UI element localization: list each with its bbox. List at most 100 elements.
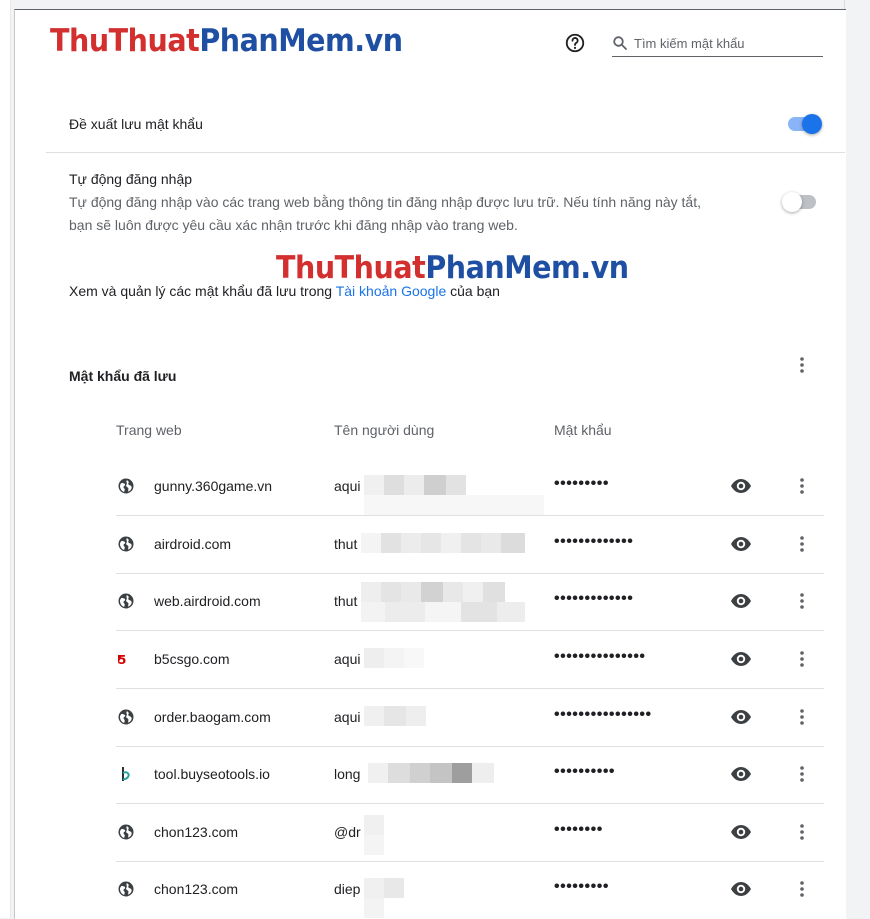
redaction-block bbox=[463, 582, 483, 602]
redaction-block bbox=[497, 602, 525, 622]
show-password-eye-icon[interactable] bbox=[730, 823, 752, 841]
redaction-block bbox=[446, 475, 466, 495]
redaction-block bbox=[381, 533, 401, 553]
toggle-knob bbox=[782, 192, 802, 212]
username: @dr bbox=[334, 824, 361, 840]
redaction-block bbox=[364, 648, 384, 668]
redaction-block bbox=[364, 835, 384, 855]
row-more-options-icon[interactable] bbox=[792, 879, 812, 899]
search-input[interactable] bbox=[634, 33, 819, 53]
redaction-block bbox=[472, 763, 494, 783]
table-row: web.airdroid.com thut ••••••••••••• bbox=[116, 574, 824, 631]
masked-password: ••••••••• bbox=[554, 878, 609, 895]
redaction-block bbox=[361, 582, 381, 602]
redaction-block bbox=[483, 582, 505, 602]
column-header-password: Mật khẩu bbox=[554, 422, 612, 438]
username: aqui bbox=[334, 478, 361, 494]
buyseotools-favicon bbox=[118, 766, 134, 782]
redaction-block bbox=[364, 706, 384, 726]
auto-signin-toggle[interactable] bbox=[782, 192, 818, 212]
show-password-eye-icon[interactable] bbox=[730, 535, 752, 553]
globe-icon bbox=[118, 881, 134, 897]
table-row: tool.buyseotools.io long •••••••••• bbox=[116, 747, 824, 804]
masked-password: ••••••••••••• bbox=[554, 590, 634, 607]
saved-passwords-title: Mật khẩu đã lưu bbox=[69, 368, 177, 384]
globe-icon bbox=[118, 536, 134, 552]
right-scroll-gutter bbox=[844, 0, 870, 918]
username: thut bbox=[334, 593, 358, 609]
globe-icon bbox=[118, 824, 134, 840]
row-divider bbox=[116, 630, 824, 631]
site-name: chon123.com bbox=[154, 881, 239, 897]
left-window-edge bbox=[0, 0, 14, 918]
redaction-block bbox=[364, 898, 384, 918]
site-name: gunny.360game.vn bbox=[154, 478, 273, 494]
site-name: b5csgo.com bbox=[154, 651, 230, 667]
username: aqui bbox=[334, 651, 361, 667]
site-name: web.airdroid.com bbox=[154, 593, 261, 609]
redaction-block bbox=[404, 475, 424, 495]
masked-password: ••••••••••••••• bbox=[554, 648, 646, 665]
redaction-block bbox=[368, 763, 388, 783]
show-password-eye-icon[interactable] bbox=[730, 592, 752, 610]
username: long bbox=[334, 766, 361, 782]
redaction-block bbox=[385, 602, 425, 622]
redaction-block bbox=[430, 763, 452, 783]
redaction-block bbox=[410, 763, 430, 783]
column-header-website: Trang web bbox=[116, 422, 182, 438]
redaction-block bbox=[401, 582, 421, 602]
row-more-options-icon[interactable] bbox=[792, 591, 812, 611]
site-name: tool.buyseotools.io bbox=[154, 766, 270, 782]
globe-icon bbox=[118, 709, 134, 725]
redaction-block bbox=[501, 533, 525, 553]
redaction-block bbox=[461, 533, 481, 553]
show-password-eye-icon[interactable] bbox=[730, 708, 752, 726]
redaction-block bbox=[406, 706, 426, 726]
table-row: chon123.com @dr •••••••• bbox=[116, 805, 824, 862]
masked-password: •••••••••• bbox=[554, 763, 616, 780]
more-options-icon[interactable] bbox=[792, 355, 812, 375]
redaction-block bbox=[401, 533, 421, 553]
masked-password: ••••••••• bbox=[554, 475, 609, 492]
site-name: chon123.com bbox=[154, 824, 239, 840]
redaction-block bbox=[361, 602, 385, 622]
row-more-options-icon[interactable] bbox=[792, 707, 812, 727]
row-more-options-icon[interactable] bbox=[792, 476, 812, 496]
redaction-block bbox=[404, 648, 424, 668]
row-divider bbox=[116, 688, 824, 689]
row-more-options-icon[interactable] bbox=[792, 822, 812, 842]
username: thut bbox=[334, 536, 358, 552]
redaction-block bbox=[364, 878, 384, 898]
offer-to-save-toggle[interactable] bbox=[786, 114, 822, 134]
show-password-eye-icon[interactable] bbox=[730, 650, 752, 668]
row-more-options-icon[interactable] bbox=[792, 649, 812, 669]
redaction-block bbox=[461, 602, 497, 622]
site-name: order.baogam.com bbox=[154, 709, 271, 725]
offer-to-save-label: Đề xuất lưu mật khẩu bbox=[69, 116, 203, 132]
row-more-options-icon[interactable] bbox=[792, 534, 812, 554]
google-account-link[interactable]: Tài khoản Google bbox=[336, 283, 447, 299]
auto-signin-description-line1: Tự động đăng nhập vào các trang web bằng… bbox=[69, 194, 701, 210]
redaction-block bbox=[452, 763, 472, 783]
section-divider bbox=[46, 152, 845, 153]
table-row: 5 b5csgo.com aqui ••••••••••••••• bbox=[116, 632, 824, 689]
manage-suffix: của bạn bbox=[446, 283, 500, 299]
show-password-eye-icon[interactable] bbox=[730, 880, 752, 898]
redaction-block bbox=[381, 582, 401, 602]
search-icon bbox=[613, 36, 627, 50]
watermark-logo-middle: ThuThuatPhanMem.vn bbox=[276, 250, 629, 286]
show-password-eye-icon[interactable] bbox=[730, 765, 752, 783]
redaction-block bbox=[364, 475, 384, 495]
row-more-options-icon[interactable] bbox=[792, 764, 812, 784]
watermark-logo-top: ThuThuatPhanMem.vn bbox=[50, 23, 403, 59]
table-row: airdroid.com thut ••••••••••••• bbox=[116, 517, 824, 574]
username: aqui bbox=[334, 709, 361, 725]
help-circle-icon[interactable] bbox=[564, 32, 586, 54]
table-row: gunny.360game.vn aqui ••••••••• bbox=[116, 459, 824, 516]
redaction-block bbox=[481, 533, 501, 553]
redaction-block bbox=[425, 602, 461, 622]
search-box[interactable] bbox=[612, 31, 823, 57]
show-password-eye-icon[interactable] bbox=[730, 477, 752, 495]
redaction-block bbox=[384, 475, 404, 495]
toggle-knob bbox=[802, 114, 822, 134]
